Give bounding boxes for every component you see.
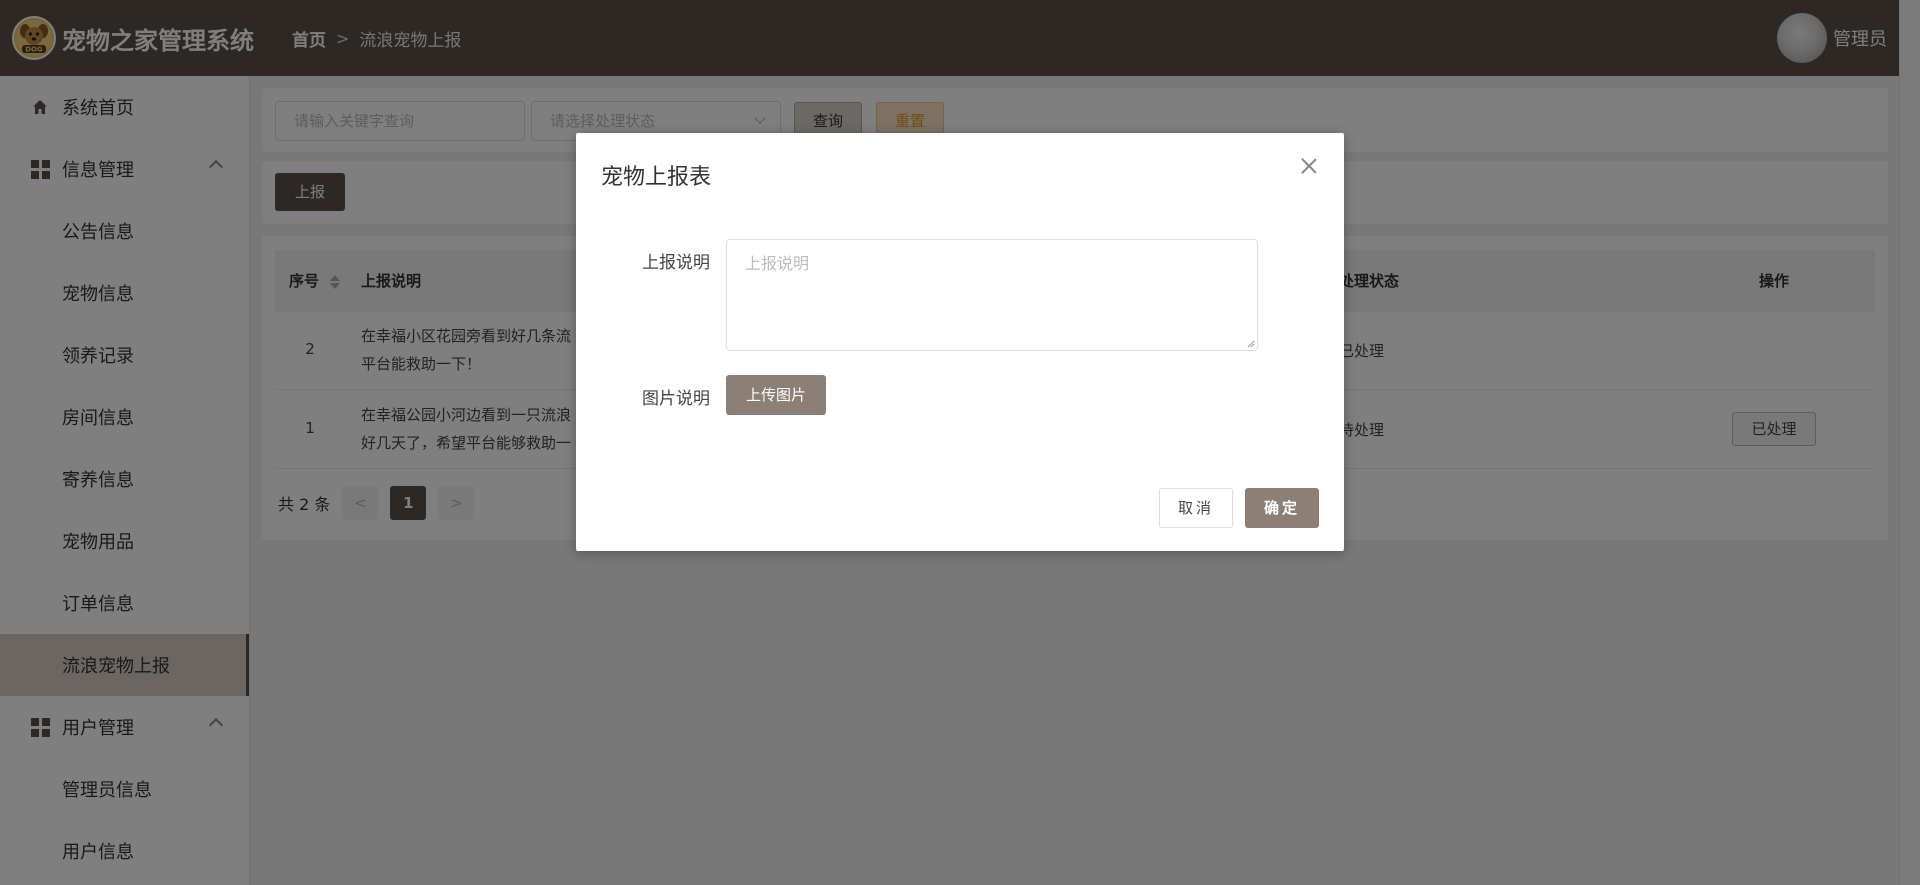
image-label: 图片说明 xyxy=(642,389,710,409)
resize-handle-icon[interactable] xyxy=(1245,338,1255,348)
dialog-title: 宠物上报表 xyxy=(601,165,712,190)
upload-image-button[interactable]: 上传图片 xyxy=(726,375,826,415)
description-textarea[interactable]: 上报说明 xyxy=(726,239,1258,351)
cancel-button[interactable]: 取消 xyxy=(1159,488,1233,528)
close-icon[interactable] xyxy=(1300,157,1318,175)
pet-report-dialog: 宠物上报表 上报说明 上报说明 图片说明 上传图片 取消 确定 xyxy=(576,133,1344,551)
description-placeholder: 上报说明 xyxy=(745,254,810,273)
confirm-button[interactable]: 确定 xyxy=(1245,488,1319,528)
description-label: 上报说明 xyxy=(642,253,710,273)
